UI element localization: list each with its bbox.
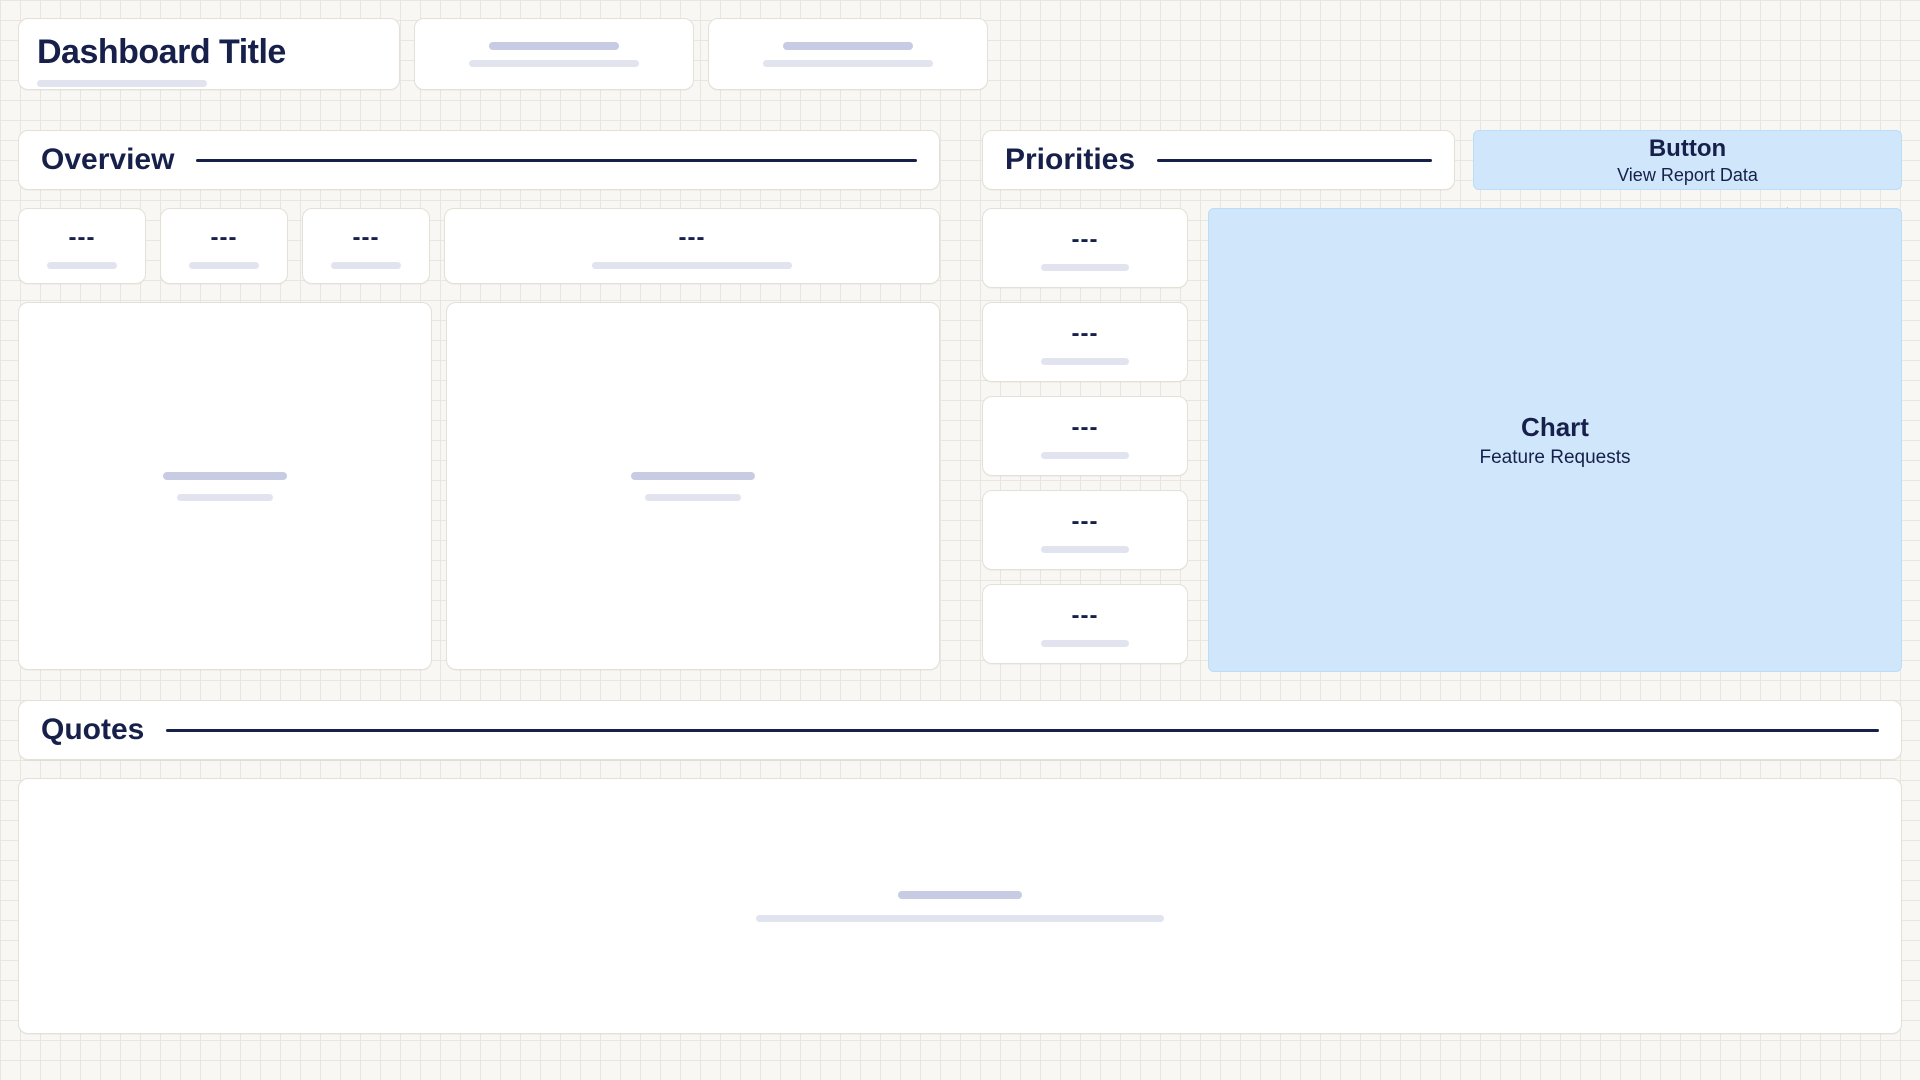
stat-value: --- <box>1072 320 1099 348</box>
placeholder-line <box>469 60 639 67</box>
section-rule <box>166 729 1879 732</box>
placeholder-line <box>763 60 933 67</box>
placeholder-line <box>489 42 619 50</box>
placeholder-line <box>898 891 1022 899</box>
dashboard-title-card: Dashboard Title <box>18 18 400 90</box>
header-placeholder-card <box>414 18 694 90</box>
feature-requests-chart[interactable]: Chart Feature Requests <box>1208 208 1902 672</box>
section-rule <box>196 159 917 162</box>
annotation-type: Chart <box>1521 412 1589 443</box>
stat-value: --- <box>211 224 238 252</box>
placeholder-line <box>756 915 1164 922</box>
placeholder-line <box>37 80 207 87</box>
chart-label: Feature Requests <box>1479 447 1630 469</box>
stat-value: --- <box>353 224 380 252</box>
placeholder-line <box>783 42 913 50</box>
placeholder-line <box>592 262 792 269</box>
priorities-section-header: Priorities <box>982 130 1455 190</box>
overview-heading: Overview <box>41 143 174 177</box>
priority-item: --- <box>982 490 1188 570</box>
placeholder-line <box>645 494 741 501</box>
priorities-heading: Priorities <box>1005 143 1135 177</box>
annotation-type: Button <box>1649 135 1726 163</box>
placeholder-line <box>189 262 259 269</box>
placeholder-line <box>1041 640 1129 647</box>
overview-stat-card: --- <box>302 208 430 284</box>
placeholder-line <box>1041 264 1129 271</box>
dashboard-title: Dashboard Title <box>37 33 381 72</box>
overview-stat-card-wide: --- <box>444 208 940 284</box>
stat-value: --- <box>1072 508 1099 536</box>
priority-item: --- <box>982 208 1188 288</box>
overview-stat-card: --- <box>18 208 146 284</box>
priority-item: --- <box>982 584 1188 664</box>
overview-chart-placeholder <box>446 302 940 670</box>
stat-value: --- <box>1072 414 1099 442</box>
placeholder-line <box>1041 546 1129 553</box>
placeholder-line <box>631 472 755 480</box>
quotes-placeholder-card <box>18 778 1902 1034</box>
quotes-section-header: Quotes <box>18 700 1902 760</box>
stat-value: --- <box>69 224 96 252</box>
overview-chart-placeholder <box>18 302 432 670</box>
placeholder-line <box>177 494 273 501</box>
button-label: View Report Data <box>1617 165 1758 186</box>
view-report-data-button[interactable]: Button View Report Data <box>1473 130 1902 190</box>
stat-value: --- <box>1072 602 1099 630</box>
overview-section-header: Overview <box>18 130 940 190</box>
header-placeholder-card <box>708 18 988 90</box>
section-rule <box>1157 159 1432 162</box>
quotes-heading: Quotes <box>41 713 144 747</box>
priority-item: --- <box>982 396 1188 476</box>
placeholder-line <box>163 472 287 480</box>
placeholder-line <box>1041 452 1129 459</box>
stat-value: --- <box>679 224 706 252</box>
placeholder-line <box>47 262 117 269</box>
stat-value: --- <box>1072 226 1099 254</box>
placeholder-line <box>1041 358 1129 365</box>
placeholder-line <box>331 262 401 269</box>
overview-stat-card: --- <box>160 208 288 284</box>
priority-item: --- <box>982 302 1188 382</box>
